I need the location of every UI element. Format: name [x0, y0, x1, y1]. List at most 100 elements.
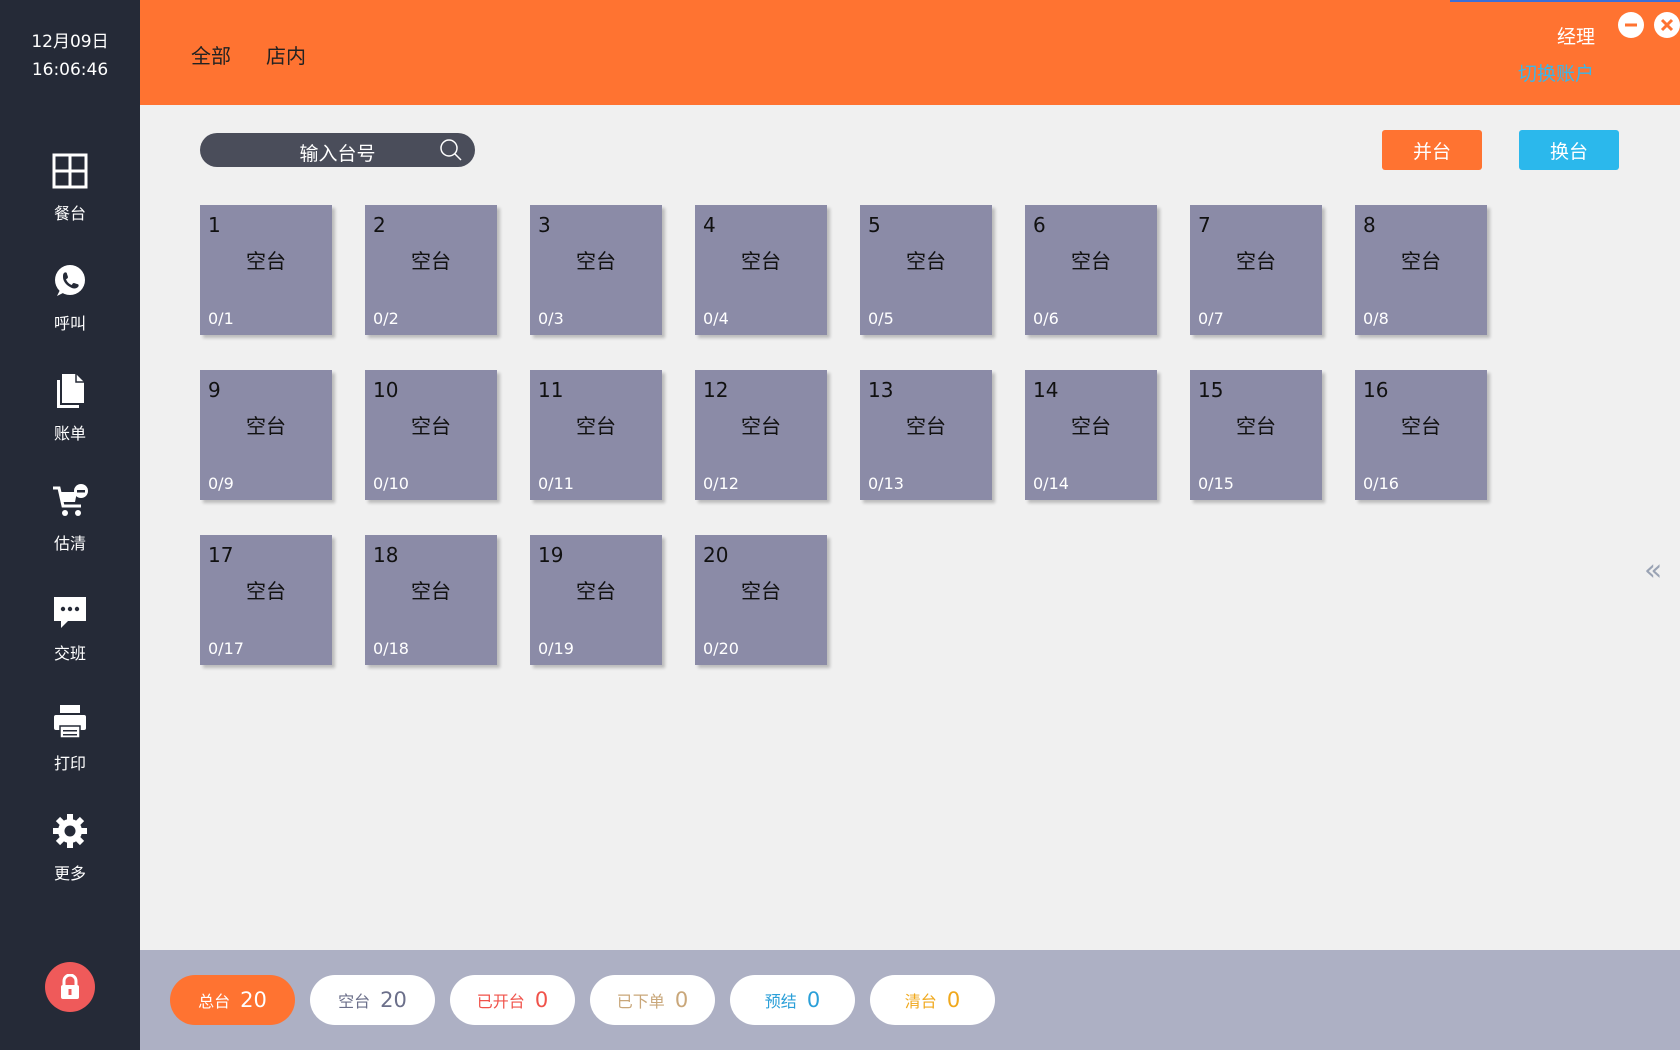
table-seats: 0/12: [703, 474, 739, 493]
tab-in-store[interactable]: 店内: [266, 40, 306, 69]
stat-empty-filter[interactable]: 空台 20: [310, 975, 435, 1025]
sidebar-item-tables[interactable]: 餐台: [0, 152, 140, 242]
table-card[interactable]: 7 空台 0/7: [1190, 205, 1322, 335]
table-seats: 0/16: [1363, 474, 1399, 493]
table-seats: 0/15: [1198, 474, 1234, 493]
printer-icon: [54, 705, 86, 739]
merge-tables-button[interactable]: 并台: [1382, 130, 1482, 170]
table-status: 空台: [576, 579, 616, 603]
table-seats: 0/7: [1198, 309, 1224, 328]
table-number: 9: [208, 378, 221, 402]
table-seats: 0/3: [538, 309, 564, 328]
stat-prebill-filter[interactable]: 预结 0: [730, 975, 855, 1025]
table-card[interactable]: 19 空台 0/19: [530, 535, 662, 665]
table-seats: 0/19: [538, 639, 574, 658]
stat-ordered-filter[interactable]: 已下单 0: [590, 975, 715, 1025]
table-status: 空台: [1401, 249, 1441, 273]
search-icon: [440, 139, 462, 161]
collapse-panel-icon[interactable]: «: [1644, 556, 1662, 586]
lock-button[interactable]: [45, 962, 95, 1012]
search-input[interactable]: 输入台号: [200, 133, 475, 167]
table-status: 空台: [1071, 414, 1111, 438]
table-number: 15: [1198, 378, 1224, 402]
stat-label: 预结: [764, 992, 797, 1011]
table-number: 19: [538, 543, 564, 567]
message-icon: [54, 597, 86, 628]
table-seats: 0/11: [538, 474, 574, 493]
table-seats: 0/6: [1033, 309, 1059, 328]
stat-total-filter[interactable]: 总台 20: [170, 975, 295, 1025]
table-status: 空台: [741, 579, 781, 603]
table-card[interactable]: 3 空台 0/3: [530, 205, 662, 335]
table-card[interactable]: 11 空台 0/11: [530, 370, 662, 500]
cart-icon: [53, 484, 88, 516]
table-card[interactable]: 8 空台 0/8: [1355, 205, 1487, 335]
table-number: 13: [868, 378, 894, 402]
table-card[interactable]: 9 空台 0/9: [200, 370, 332, 500]
tab-all[interactable]: 全部: [191, 40, 231, 69]
table-seats: 0/10: [373, 474, 409, 493]
sidebar-item-sold-out[interactable]: 估清: [0, 482, 140, 572]
table-status: 空台: [906, 414, 946, 438]
table-card[interactable]: 2 空台 0/2: [365, 205, 497, 335]
close-button[interactable]: [1654, 12, 1680, 38]
stat-value: 0: [806, 988, 821, 1012]
switch-account-link[interactable]: 切换账户: [1518, 59, 1594, 86]
clock-time: 16:06:46: [31, 60, 109, 80]
table-card[interactable]: 10 空台 0/10: [365, 370, 497, 500]
sidebar-item-call[interactable]: 呼叫: [0, 262, 140, 352]
table-seats: 0/2: [373, 309, 399, 328]
lock-icon: [61, 974, 79, 999]
swap-table-button[interactable]: 换台: [1519, 130, 1619, 170]
table-status: 空台: [1236, 249, 1276, 273]
table-card[interactable]: 16 空台 0/16: [1355, 370, 1487, 500]
table-seats: 0/5: [868, 309, 894, 328]
table-status: 空台: [741, 249, 781, 273]
table-card[interactable]: 15 空台 0/15: [1190, 370, 1322, 500]
table-card[interactable]: 18 空台 0/18: [365, 535, 497, 665]
table-seats: 0/13: [868, 474, 904, 493]
table-card[interactable]: 6 空台 0/6: [1025, 205, 1157, 335]
table-status: 空台: [411, 579, 451, 603]
stat-label: 总台: [198, 992, 231, 1011]
table-card[interactable]: 5 空台 0/5: [860, 205, 992, 335]
minimize-button[interactable]: [1618, 12, 1644, 38]
stat-opened-filter[interactable]: 已开台 0: [450, 975, 575, 1025]
table-number: 17: [208, 543, 234, 567]
sidebar-item-shift[interactable]: 交班: [0, 592, 140, 682]
clock-date: 12月09日: [31, 32, 109, 52]
table-card[interactable]: 1 空台 0/1: [200, 205, 332, 335]
table-grid: 1 空台 0/1 2 空台 0/2 3 空台 0/3 4 空台 0/4 5 空台 0/5 6 空台 0/6 7 空台 0…: [200, 205, 1500, 675]
sidebar-item-bills[interactable]: 账单: [0, 372, 140, 462]
table-status: 空台: [411, 249, 451, 273]
table-card[interactable]: 4 空台 0/4: [695, 205, 827, 335]
phone-chat-icon: [55, 265, 85, 296]
table-seats: 0/17: [208, 639, 244, 658]
table-number: 6: [1033, 213, 1046, 237]
table-card[interactable]: 13 空台 0/13: [860, 370, 992, 500]
stat-cleared-filter[interactable]: 清台 0: [870, 975, 995, 1025]
table-status: 空台: [246, 249, 286, 273]
sidebar-item-print[interactable]: 打印: [0, 702, 140, 792]
table-number: 12: [703, 378, 729, 402]
table-card[interactable]: 17 空台 0/17: [200, 535, 332, 665]
table-card[interactable]: 14 空台 0/14: [1025, 370, 1157, 500]
document-icon: [57, 374, 84, 408]
stat-value: 20: [380, 988, 407, 1012]
sidebar-item-label: 交班: [53, 644, 86, 663]
table-number: 4: [703, 213, 716, 237]
current-user: 经理: [1557, 26, 1596, 48]
sidebar-item-label: 打印: [53, 754, 86, 773]
sidebar-item-more[interactable]: 更多: [0, 812, 140, 902]
header-accent-line: [1450, 0, 1680, 2]
stat-value: 0: [534, 988, 549, 1012]
stat-label: 清台: [904, 992, 937, 1011]
table-card[interactable]: 20 空台 0/20: [695, 535, 827, 665]
table-number: 14: [1033, 378, 1059, 402]
table-status: 空台: [576, 249, 616, 273]
table-card[interactable]: 12 空台 0/12: [695, 370, 827, 500]
table-status: 空台: [411, 414, 451, 438]
table-number: 2: [373, 213, 386, 237]
sidebar-item-label: 账单: [53, 424, 86, 443]
table-seats: 0/20: [703, 639, 739, 658]
